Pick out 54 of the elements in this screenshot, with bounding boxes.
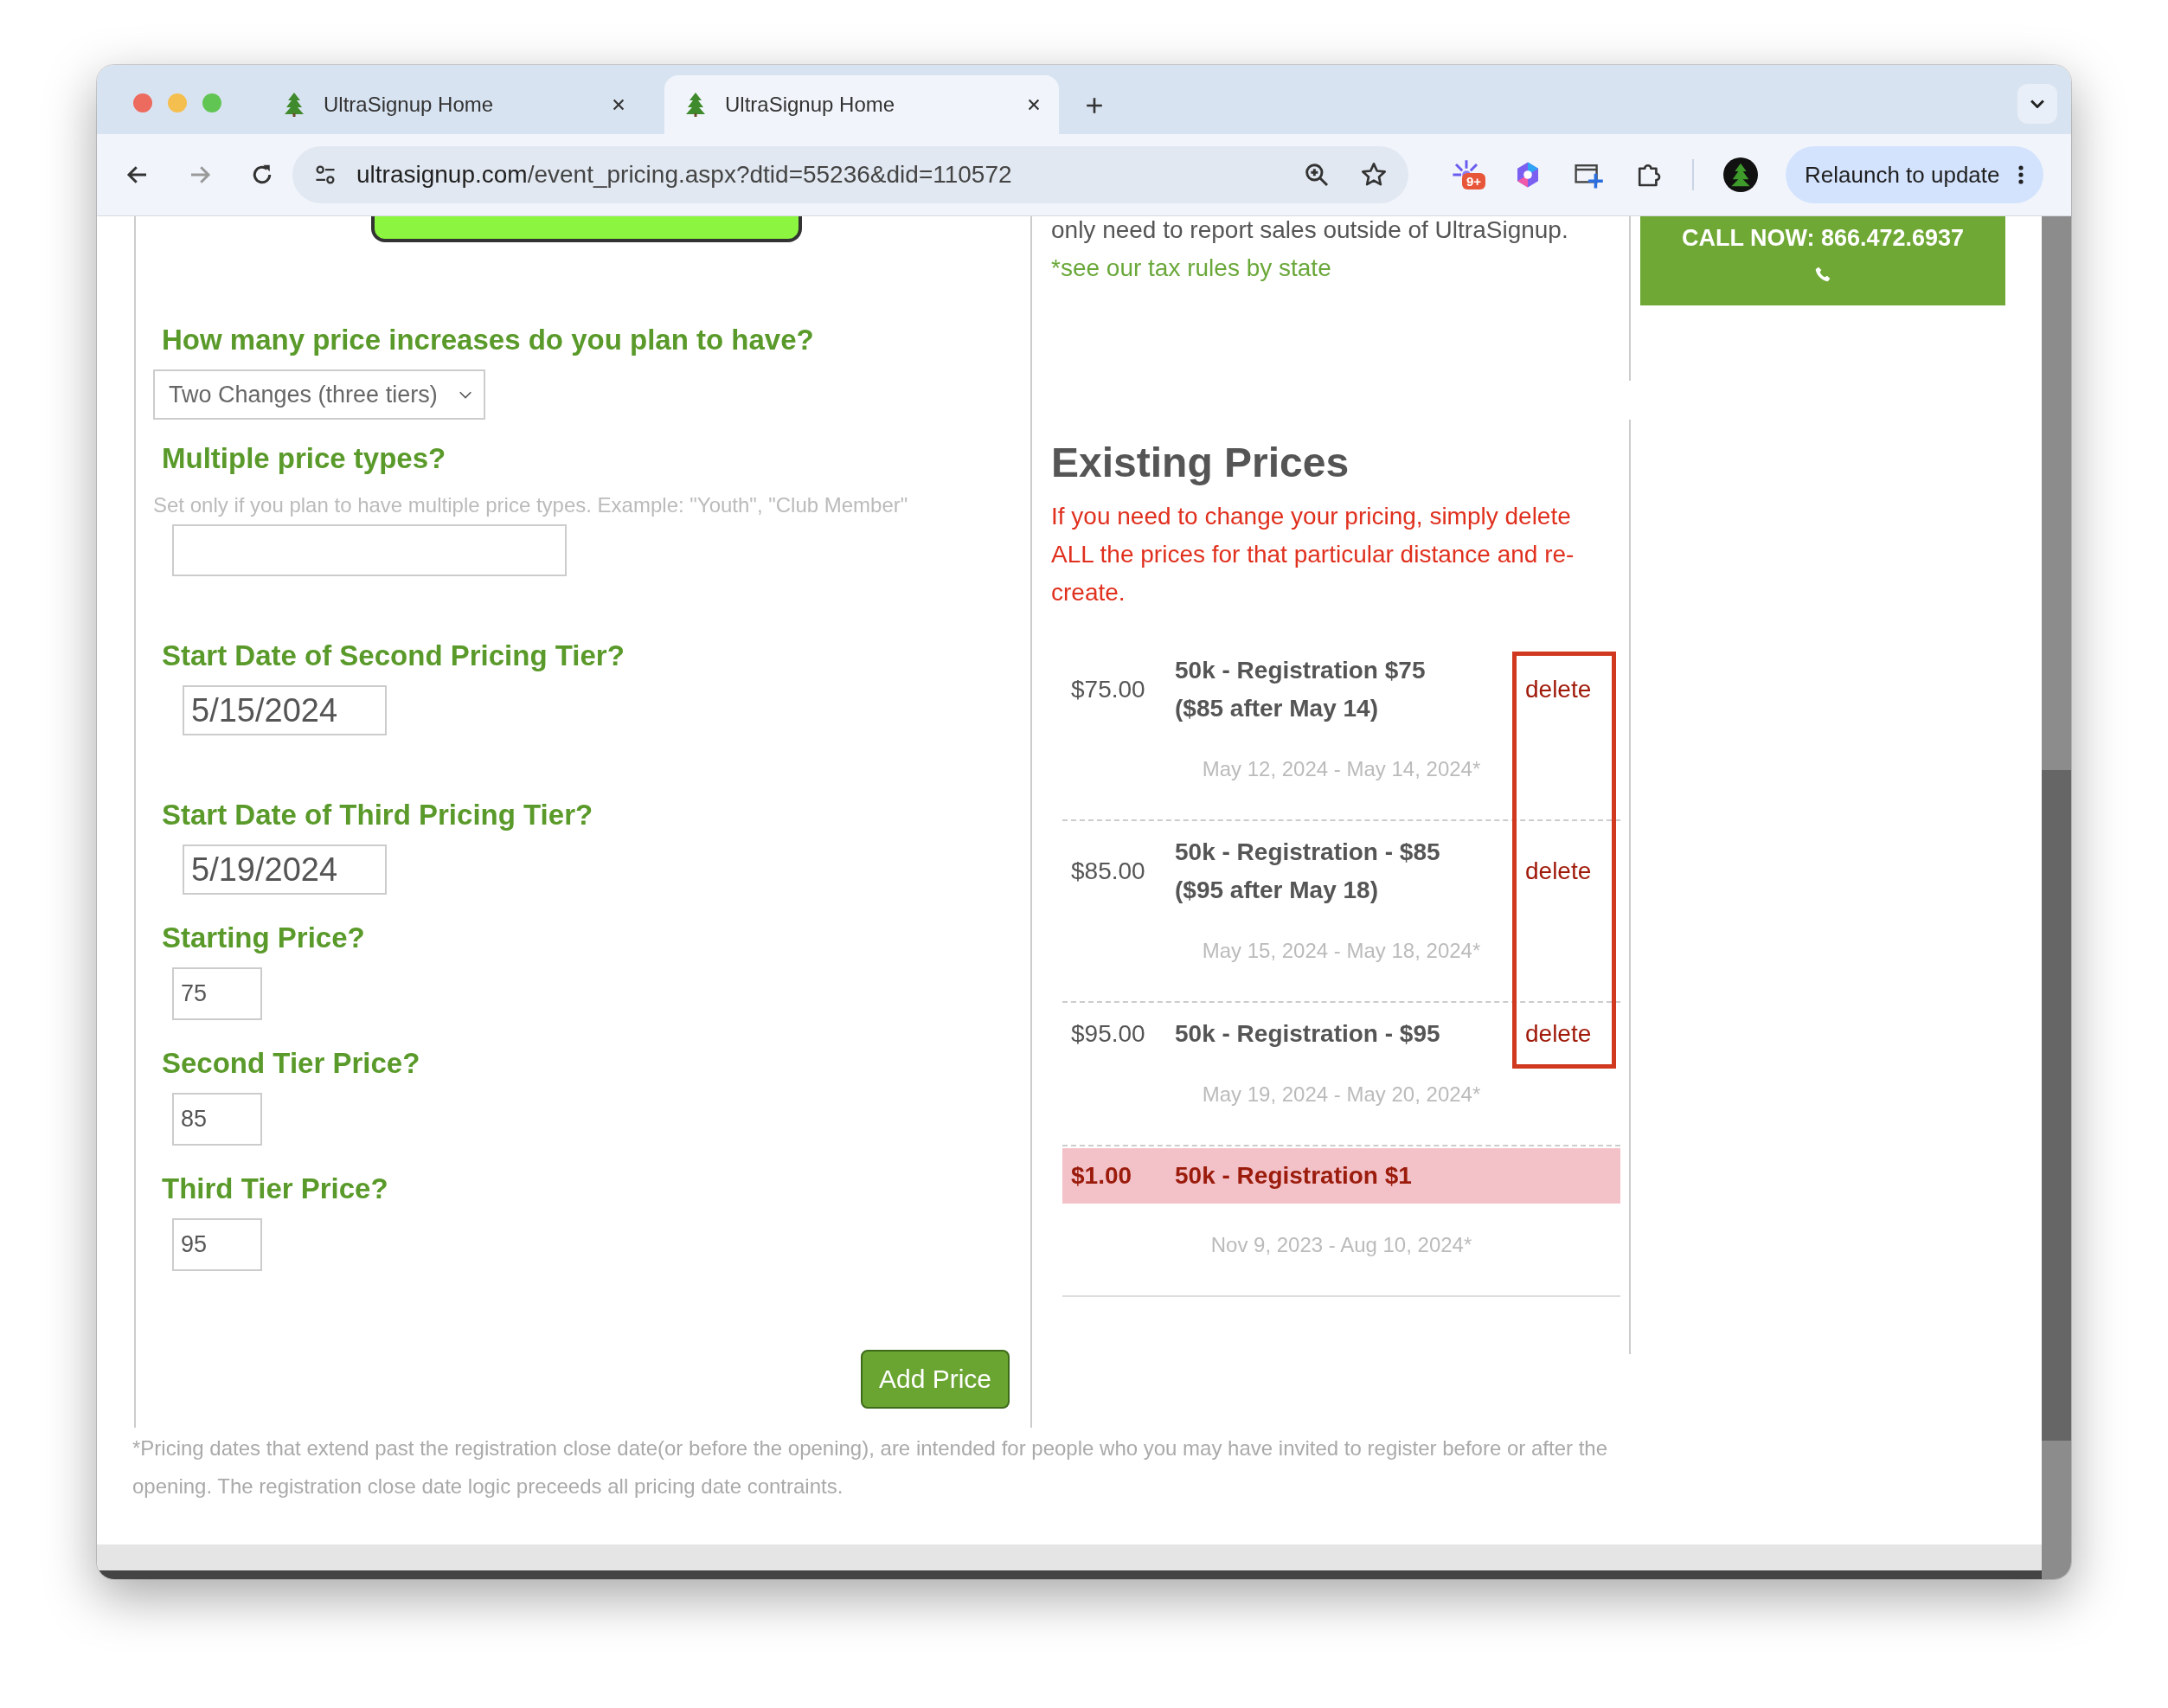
close-icon[interactable] xyxy=(611,97,626,112)
field-hint: Set only if you plan to have multiple price types. Example: "Youth", "Club Member" xyxy=(153,493,908,517)
field-label: Multiple price types? xyxy=(162,441,446,476)
horizontal-scrollbar[interactable] xyxy=(97,1544,2042,1579)
field-label: Starting Price? xyxy=(162,921,365,955)
price-amount: $85.00 xyxy=(1071,857,1146,886)
extension-button[interactable]: 9+ xyxy=(1452,159,1483,190)
delete-link[interactable]: delete xyxy=(1525,676,1592,703)
price-name: 50k - Registration - $95 xyxy=(1175,1019,1441,1049)
date-field[interactable]: 5/15/2024 xyxy=(183,685,387,735)
field-label: Start Date of Second Pricing Tier? xyxy=(162,639,625,673)
price-type-field[interactable] xyxy=(172,524,567,576)
price-dates: May 12, 2024 - May 14, 2024* xyxy=(1201,756,1482,782)
more-icon[interactable] xyxy=(2017,164,2024,186)
tier-dropdown[interactable]: Two Changes (three tiers) xyxy=(153,369,485,420)
price-field[interactable]: 85 xyxy=(172,1093,262,1146)
delete-link[interactable]: delete xyxy=(1525,1020,1592,1047)
price-amount: $75.00 xyxy=(1071,675,1146,704)
chevron-icon xyxy=(2030,100,2044,108)
warning-text: If you need to change your pricing, simply delete ALL the prices for that particular distance and re-create. xyxy=(1051,502,1575,607)
address-field[interactable]: ultrasignup.com/event_pricing.aspx?dtid=55236&did=110572 xyxy=(292,146,1408,203)
profile-avatar[interactable] xyxy=(1723,157,1758,192)
price-amount: $95.00 xyxy=(1071,1019,1146,1049)
price-dates: May 15, 2024 - May 18, 2024* xyxy=(1201,938,1482,964)
field-label: Second Tier Price? xyxy=(162,1046,420,1081)
field-label: Third Tier Price? xyxy=(162,1172,388,1206)
price-field[interactable]: 95 xyxy=(172,1218,262,1271)
price-name: 50k - Registration $1 xyxy=(1175,1161,1413,1191)
tree-icon xyxy=(685,93,706,117)
browser-tab[interactable]: UltraSignup Home xyxy=(263,75,644,134)
browser-tab[interactable]: UltraSignup Home xyxy=(664,75,1059,134)
phone-icon xyxy=(1814,266,1831,283)
footnote: *Pricing dates that extend past the registration close date(or before the opening), are intended for people who you may have invited to register before or after the opening. The registration close date logic preceeds all pricing date contraints. xyxy=(131,1435,1609,1499)
price-name: 50k - Registration - $85 ($95 after May 18) xyxy=(1175,838,1441,905)
price-dates: Nov 9, 2023 - Aug 10, 2024* xyxy=(1209,1232,1473,1258)
price-amount: $1.00 xyxy=(1071,1161,1133,1191)
close-icon[interactable] xyxy=(1026,97,1042,112)
price-field[interactable]: 75 xyxy=(172,967,262,1020)
delete-link[interactable]: delete xyxy=(1525,857,1592,884)
tab-search-button[interactable] xyxy=(2017,84,2057,124)
new-tab-icon[interactable] xyxy=(1085,96,1104,115)
notification-badge: 9+ xyxy=(1462,173,1486,189)
zoom-icon[interactable] xyxy=(1303,161,1331,189)
date-field[interactable]: 5/19/2024 xyxy=(183,844,387,895)
relaunch-button[interactable]: Relaunch to update xyxy=(1786,146,2043,203)
field-label: Start Date of Third Pricing Tier? xyxy=(162,798,593,832)
tax-note: only need to report sales outside of UltraSignup. xyxy=(1051,216,1569,244)
field-label: How many price increases do you plan to have? xyxy=(162,323,814,357)
price-name: 50k - Registration $75 ($85 after May 14) xyxy=(1175,656,1427,723)
scrollbar-thumb[interactable] xyxy=(2042,770,2071,1441)
action-button[interactable] xyxy=(371,216,802,242)
section-title: Existing Prices xyxy=(1051,439,1350,487)
tree-icon xyxy=(284,93,305,117)
price-dates: May 19, 2024 - May 20, 2024* xyxy=(1201,1082,1482,1108)
